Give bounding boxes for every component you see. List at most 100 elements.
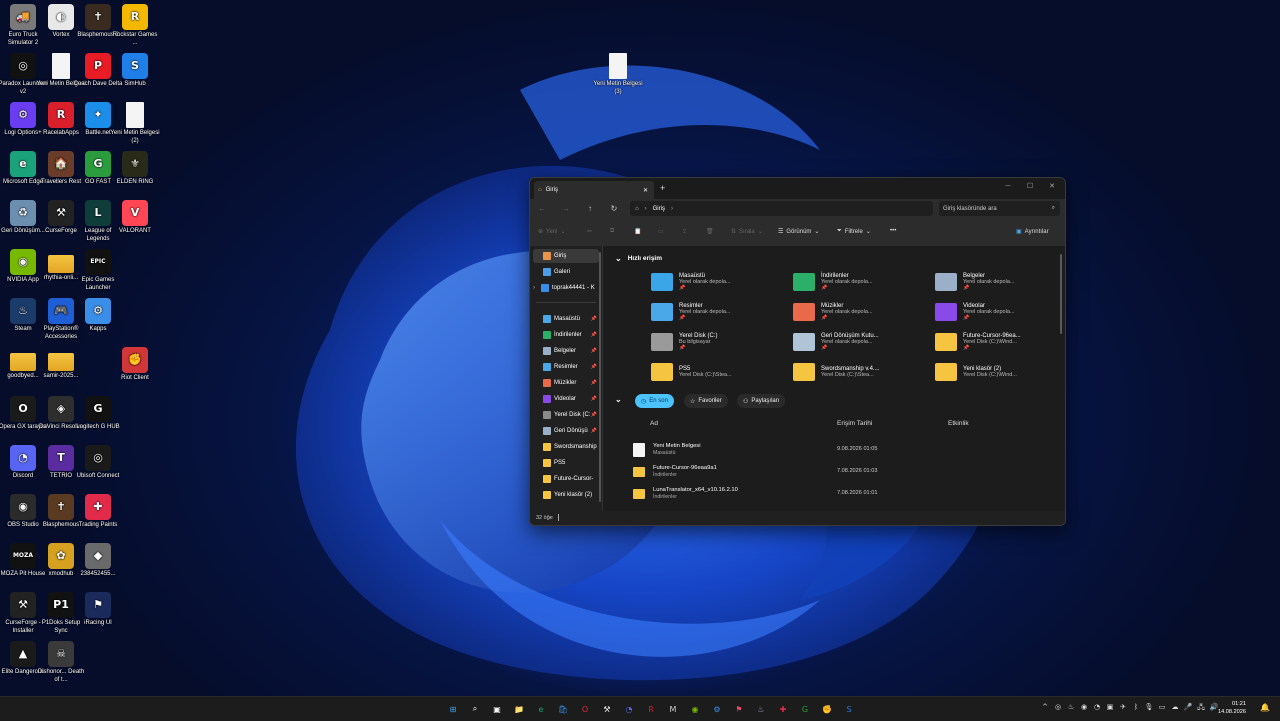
nav-item[interactable]: Masaüstü 📌 xyxy=(533,312,599,326)
desktop-icon[interactable]: samir-2025... xyxy=(36,347,86,381)
opera-gx-icon[interactable]: O xyxy=(578,702,592,716)
quick-access-item[interactable]: Masaüstü Yerel olarak depola... 📌 xyxy=(651,268,786,296)
nav-scrollbar[interactable] xyxy=(599,252,601,502)
filter-pill[interactable]: ◷ En son xyxy=(635,394,674,408)
forward-arrow-icon[interactable]: → xyxy=(560,203,572,215)
desktop-icon[interactable]: ◆ 238452455... xyxy=(73,543,123,579)
nvidia-tray-icon[interactable]: ◉ xyxy=(1079,703,1089,713)
recent-section-toggle[interactable]: ⌄ xyxy=(615,395,622,404)
minimize-button[interactable]: ─ xyxy=(997,180,1019,194)
back-arrow-icon[interactable]: ← xyxy=(536,203,548,215)
filter-button[interactable]: ⏷ Filtrele ⌄ xyxy=(837,228,871,235)
microphone-icon[interactable]: 🎤 xyxy=(1183,703,1193,713)
steam-icon[interactable]: ♨ xyxy=(754,702,768,716)
quick-access-item[interactable]: Swordsmanship v.4.... Yerel Disk (C:)\Ste… xyxy=(793,358,928,386)
details-button[interactable]: ▣ Ayrıntılar xyxy=(1016,228,1049,236)
racelab-icon[interactable]: R xyxy=(644,702,658,716)
nvidia-icon[interactable]: ◉ xyxy=(688,702,702,716)
desktop-icon[interactable]: ⚙ Kapps xyxy=(73,298,123,334)
sort-button[interactable]: ⇅ Sırala ⌄ xyxy=(731,228,763,236)
column-header-activity[interactable]: Etkinlik xyxy=(948,420,969,427)
maximize-button[interactable]: ☐ xyxy=(1019,180,1041,194)
go-fast-icon[interactable]: G xyxy=(798,702,812,716)
nav-item[interactable]: PS5 xyxy=(533,456,599,470)
clock[interactable]: 01:21 14.08.2026 xyxy=(1218,700,1246,716)
simhub-icon[interactable]: S xyxy=(842,702,856,716)
nav-item[interactable]: Galeri xyxy=(533,265,599,279)
steam-tray-icon[interactable]: ♨ xyxy=(1066,703,1076,713)
filter-pill[interactable]: ☆ Favoriler xyxy=(684,394,728,408)
nav-item[interactable]: Giriş xyxy=(533,249,599,263)
quick-access-item[interactable]: Müzikler Yerel olarak depola... 📌 xyxy=(793,298,928,326)
nav-item[interactable]: Yerel Disk (C: 📌 xyxy=(533,408,599,422)
task-view-icon[interactable]: ▣ xyxy=(490,702,504,716)
delete-icon[interactable]: 🗑 xyxy=(706,228,714,235)
discord-icon[interactable]: ◔ xyxy=(622,702,636,716)
filter-pill[interactable]: ⚇ Paylaşılan xyxy=(737,394,786,408)
quick-access-item[interactable]: Yerel Disk (C:) Bu bilgisayar 📌 xyxy=(651,328,786,356)
recent-file-row[interactable]: Yeni Metin Belgesi Masaüstü 9.08.2026 01:0… xyxy=(633,440,1053,460)
nav-item[interactable]: Future-Cursor- xyxy=(533,472,599,486)
quick-access-item[interactable]: İndirilenler Yerel olarak depola... 📌 xyxy=(793,268,928,296)
chevron-right-icon[interactable]: › xyxy=(533,285,535,291)
nav-item[interactable]: Resimler 📌 xyxy=(533,360,599,374)
nav-item[interactable]: › toprak44441 - K xyxy=(533,281,597,295)
nav-item[interactable]: Müzikler 📌 xyxy=(533,376,599,390)
kapps-icon[interactable]: ⚙ xyxy=(710,702,724,716)
desktop-file-yeni-metin-belgesi-3[interactable]: Yeni Metin Belgesi (3) xyxy=(593,53,643,96)
column-header-name[interactable]: Ad xyxy=(650,420,658,427)
tab-giris[interactable]: ⌂ Giriş ✕ xyxy=(534,181,654,199)
trading-paints-icon[interactable]: ✚ xyxy=(776,702,790,716)
notification-bell-icon[interactable]: 🔔 xyxy=(1260,703,1270,712)
nav-item[interactable]: Swordsmanship xyxy=(533,440,599,454)
nav-item[interactable]: Geri Dönüşü 📌 xyxy=(533,424,599,438)
curseforge-icon[interactable]: ⚒ xyxy=(600,702,614,716)
recent-file-row[interactable]: LunaTranslator_x64_v10.16.2.10 İndirilenl… xyxy=(633,484,1053,504)
display-icon[interactable]: ▭ xyxy=(1157,703,1167,713)
chevron-up-icon[interactable]: ^ xyxy=(1040,703,1050,713)
quick-access-header[interactable]: ⌄ Hızlı erişim xyxy=(615,254,662,263)
nav-item[interactable]: Belgeler 📌 xyxy=(533,344,599,358)
close-tab-icon[interactable]: ✕ xyxy=(643,187,648,194)
close-window-button[interactable]: ✕ xyxy=(1041,180,1063,194)
moza-tray-icon[interactable]: ✈ xyxy=(1118,703,1128,713)
iracing-icon[interactable]: ⚑ xyxy=(732,702,746,716)
desktop-icon[interactable]: ✊ Riot Client xyxy=(110,347,160,383)
share-icon[interactable]: ⇪ xyxy=(682,228,687,235)
desktop-icon[interactable]: ⚜ ELDEN RING xyxy=(110,151,160,187)
new-button[interactable]: ⊕ Yeni ⌄ xyxy=(538,228,566,236)
desktop-icon[interactable]: EPIC Epic Games Launcher xyxy=(73,249,123,292)
nav-item[interactable]: İndirilenler 📌 xyxy=(533,328,599,342)
breadcrumb-giris[interactable]: Giriş xyxy=(653,206,665,212)
quick-access-item[interactable]: Videolar Yerel olarak depola... 📌 xyxy=(935,298,1065,326)
recent-file-row[interactable]: Future-Cursor-96eaa9a1 İndirilenler 7.08.2… xyxy=(633,462,1053,482)
paste-icon[interactable]: 📋 xyxy=(634,228,641,235)
quick-access-item[interactable]: Resimler Yerel olarak depola... 📌 xyxy=(651,298,786,326)
riot-client-icon[interactable]: ✊ xyxy=(820,702,834,716)
up-arrow-icon[interactable]: ↑ xyxy=(584,203,596,215)
refresh-icon[interactable]: ↻ xyxy=(608,203,620,215)
mic-muted-icon[interactable]: 🎙 xyxy=(1144,703,1154,713)
weather-icon[interactable]: ☁ xyxy=(1170,703,1180,713)
rename-icon[interactable]: ▭ xyxy=(658,228,664,235)
desktop-icon[interactable]: ☠ Dishonor... Death of t... xyxy=(36,641,86,684)
copy-icon[interactable]: ⧉ xyxy=(610,228,614,235)
moza-icon[interactable]: M xyxy=(666,702,680,716)
nav-item[interactable]: Videolar 📌 xyxy=(533,392,599,406)
desktop-icon[interactable]: V VALORANT xyxy=(110,200,160,236)
new-tab-button[interactable]: + xyxy=(660,183,665,193)
desktop-icon[interactable]: ✚ Trading Paints xyxy=(73,494,123,530)
quick-access-item[interactable]: Future-Cursor-96ea... Yerel Disk (C:)\Win… xyxy=(935,328,1065,356)
desktop-icon[interactable]: ⚑ iRacing UI xyxy=(73,592,123,628)
quick-access-item[interactable]: PS5 Yerel Disk (C:)\Stea... xyxy=(651,358,786,386)
edge-icon[interactable]: e xyxy=(534,702,548,716)
quick-access-item[interactable]: Yeni klasör (2) Yerel Disk (C:)\Wind... xyxy=(935,358,1065,386)
desktop-icon[interactable]: G Logitech G HUB xyxy=(73,396,123,432)
discord-tray-icon[interactable]: ◔ xyxy=(1092,703,1102,713)
more-options-button[interactable]: ••• xyxy=(890,228,896,234)
address-bar[interactable]: ⌂ › Giriş › xyxy=(630,201,933,216)
quick-access-item[interactable]: Geri Dönüşüm Kutu... Yerel olarak depola.… xyxy=(793,328,928,356)
view-button[interactable]: ☰ Görünüm ⌄ xyxy=(778,228,819,236)
start-icon[interactable]: ⊞ xyxy=(446,702,460,716)
store-icon[interactable]: 🛍 xyxy=(556,702,570,716)
